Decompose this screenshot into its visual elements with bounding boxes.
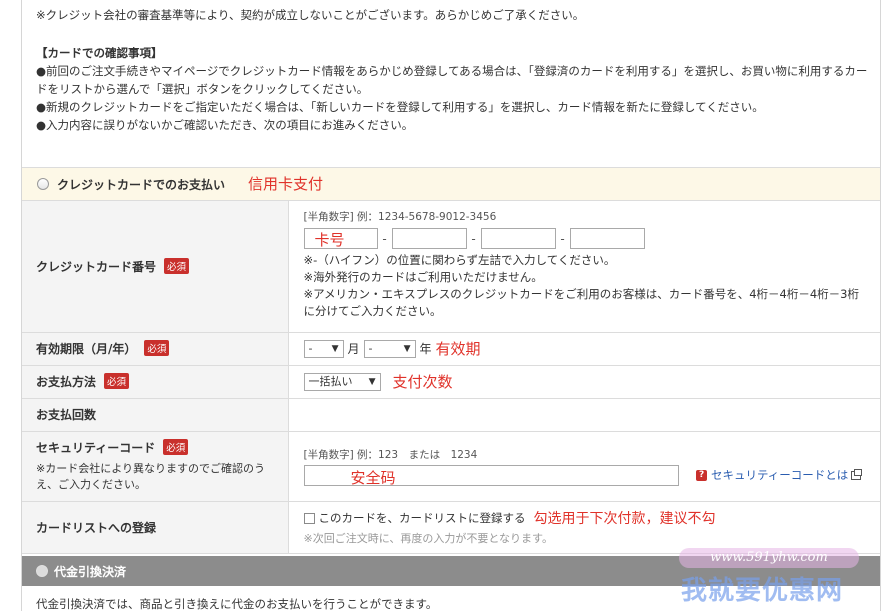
security-code-input[interactable]: 安全码 (303, 464, 679, 487)
expiry-year-value: - (368, 341, 373, 355)
year-unit: 年 (419, 342, 432, 356)
cash-on-delivery-label: 代金引換決済 (54, 565, 127, 579)
annotation-card-list: 勾选用于下次付款，建议不勾 (533, 511, 716, 527)
row-card-list: カードリストへの登録 このカードを、カードリストに登録する 勾选用于下次付款，建议… (22, 501, 881, 554)
expiry-month-value: - (308, 341, 313, 355)
card-list-checkbox-row[interactable]: このカードを、カードリストに登録する 勾选用于下次付款，建议不勾 (303, 508, 881, 528)
notice-heading: 【カードでの確認事項】 (36, 46, 163, 60)
month-unit: 月 (347, 342, 360, 356)
card-number-input-3[interactable] (480, 228, 556, 249)
card-form: クレジットカード番号 必須 [半角数字] 例：1234-5678-9012-345… (22, 201, 880, 554)
card-number-value-cell: [半角数字] 例：1234-5678-9012-3456 卡号 - - - ※-（ハ… (288, 201, 881, 333)
installments-value-cell (288, 398, 880, 432)
card-list-checkbox[interactable] (303, 513, 315, 524)
required-badge: 必須 (144, 340, 170, 356)
payment-method-select[interactable]: 一括払い ▼ (303, 372, 381, 391)
card-number-label: クレジットカード番号 (36, 259, 157, 274)
credit-card-radio[interactable] (37, 178, 49, 190)
card-list-label-cell: カードリストへの登録 (22, 501, 289, 554)
credit-card-option[interactable]: クレジットカードでのお支払い 信用卡支付 (22, 167, 880, 201)
payment-method-value: 一括払い (308, 374, 353, 388)
required-badge: 必須 (104, 373, 130, 389)
payment-method-label: お支払方法 (36, 375, 97, 389)
card-number-note: ※海外発行のカードはご利用いただけません。 (303, 270, 543, 284)
card-number-inputs: 卡号 - - - (303, 228, 881, 249)
watermark-name: 我就要优惠网 (681, 576, 844, 606)
expiry-year-select[interactable]: - ▼ (363, 339, 416, 358)
watermark: www.591yhw.com 我就要优惠网 (665, 548, 881, 611)
watermark-site: www.591yhw.com (679, 548, 859, 568)
notice-line: ●前回のご注文手続きやマイページでクレジットカード情報をあらかじめ登録してある場… (36, 64, 868, 96)
row-installments: お支払回数 (22, 398, 880, 432)
row-security-code: セキュリティーコード 必須 ※カード会社により異なりますのでご確認のうえ、ご入力く… (22, 431, 881, 502)
installments-label-cell: お支払回数 (22, 398, 289, 432)
external-window-icon (851, 468, 863, 480)
notice-line: ※クレジット会社の審査基準等により、契約が成立しないことがございます。あらかじめ… (36, 8, 585, 22)
security-code-label: セキュリティーコード (36, 441, 156, 455)
card-list-label: カードリストへの登録 (36, 520, 157, 535)
card-list-note: ※次回ご注文時に、再度の入力が不要となります。 (303, 532, 553, 545)
card-list-value-cell: このカードを、カードリストに登録する 勾选用于下次付款，建议不勾 ※次回ご注文時に… (288, 501, 881, 554)
security-code-label-cell: セキュリティーコード 必須 ※カード会社により異なりますのでご確認のうえ、ご入力く… (22, 431, 289, 502)
card-number-note: ※アメリカン・エキスプレスのクレジットカードをご利用のお客様は、カード番号を、4… (303, 287, 859, 318)
payment-page: ※クレジット会社の審査基準等により、契約が成立しないことがございます。あらかじめ… (0, 0, 881, 611)
annotation-credit-card: 信用卡支付 (248, 175, 324, 193)
card-number-dash: - (471, 231, 476, 246)
card-notice: ※クレジット会社の審査基準等により、契約が成立しないことがございます。あらかじめ… (36, 6, 876, 134)
required-badge: 必須 (164, 257, 190, 274)
cash-on-delivery-radio[interactable] (36, 565, 48, 577)
card-number-dash: - (560, 231, 565, 246)
row-expiry: 有効期限（月/年） 必須 - ▼ 月 - ▼ 年有效期 (22, 332, 880, 366)
installments-label: お支払回数 (36, 408, 97, 422)
payment-method-label-cell: お支払方法 必須 (22, 365, 289, 399)
security-code-hint: [半角数字] 例：123 または 1234 (303, 448, 478, 461)
chevron-down-icon: ▼ (331, 343, 339, 354)
help-icon[interactable]: ? (696, 469, 708, 481)
card-number-input-1[interactable]: 卡号 (303, 228, 378, 249)
annotation-expiry: 有效期 (435, 340, 481, 358)
annotation-payment-method: 支付次数 (392, 373, 453, 391)
card-number-input-4[interactable] (569, 228, 645, 249)
annotation-security-code: 安全码 (350, 468, 396, 487)
expiry-label: 有効期限（月/年） (36, 342, 137, 356)
security-code-value-cell: [半角数字] 例：123 または 1234 安全码 ? セキュリティーコードとは (288, 431, 881, 502)
card-number-dash: - (382, 231, 387, 246)
card-number-label-cell: クレジットカード番号 必須 (22, 201, 289, 333)
expiry-value-cell: - ▼ 月 - ▼ 年有效期 (288, 332, 880, 366)
security-code-input-row: 安全码 ? セキュリティーコードとは (303, 464, 881, 487)
row-card-number: クレジットカード番号 必須 [半角数字] 例：1234-5678-9012-345… (22, 201, 881, 333)
notice-line: ●入力内容に誤りがないかご確認いただき、次の項目にお進みください。 (36, 118, 414, 132)
notice-line: ●新規のクレジットカードをご指定いただく場合は、「新しいカードを登録して利用する… (36, 100, 764, 114)
annotation-card-number: 卡号 (314, 231, 345, 249)
card-list-checkbox-label[interactable]: このカードを、カードリストに登録する (319, 511, 526, 525)
chevron-down-icon: ▼ (403, 343, 411, 354)
credit-card-option-label: クレジットカードでのお支払い (57, 178, 226, 192)
security-code-note: ※カード会社により異なりますのでご確認のうえ、ご入力ください。 (36, 462, 265, 491)
row-payment-method: お支払方法 必須 一括払い ▼ 支付次数 (22, 365, 880, 399)
chevron-down-icon: ▼ (368, 376, 376, 387)
card-number-note: ※-（ハイフン）の位置に関わらず左詰で入力してください。 (303, 253, 616, 267)
required-badge: 必須 (163, 439, 189, 455)
payment-method-value-cell: 一括払い ▼ 支付次数 (288, 365, 880, 399)
expiry-label-cell: 有効期限（月/年） 必須 (22, 332, 289, 366)
expiry-month-select[interactable]: - ▼ (303, 339, 344, 358)
security-code-help-link[interactable]: セキュリティーコードとは (711, 468, 848, 482)
cash-on-delivery-description: 代金引換決済では、商品と引き換えに代金のお支払いを行うことができます。 (36, 597, 438, 611)
card-number-input-2[interactable] (391, 228, 467, 249)
card-number-hint: [半角数字] 例：1234-5678-9012-3456 (303, 211, 497, 223)
